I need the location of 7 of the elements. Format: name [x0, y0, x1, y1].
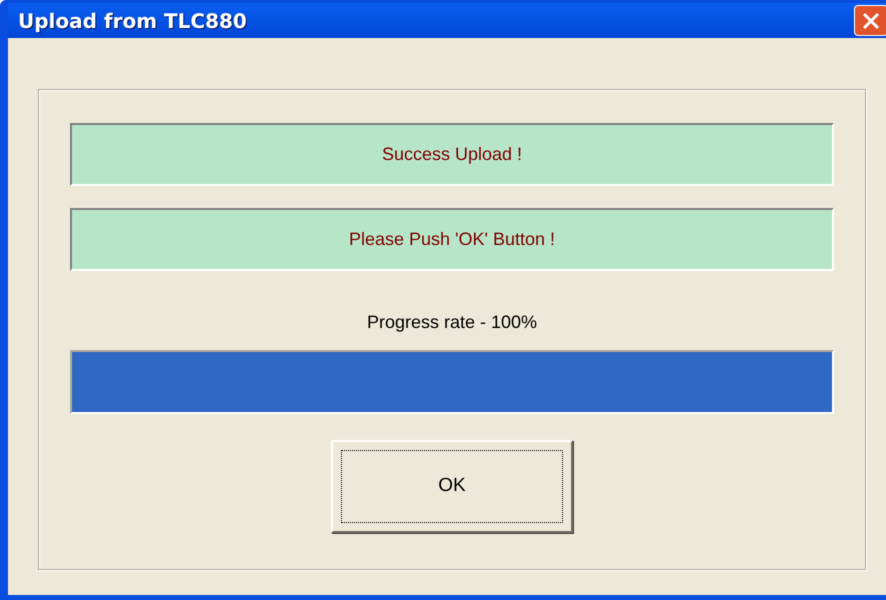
- progress-label: Progress rate - 100%: [366, 311, 538, 333]
- status-message: Please Push 'OK' Button !: [70, 208, 834, 271]
- close-icon: [862, 12, 880, 30]
- window-title: Upload from TLC880: [18, 8, 247, 34]
- close-button[interactable]: [854, 5, 886, 36]
- ok-button[interactable]: OK: [331, 440, 573, 533]
- status-message: Success Upload !: [70, 123, 834, 186]
